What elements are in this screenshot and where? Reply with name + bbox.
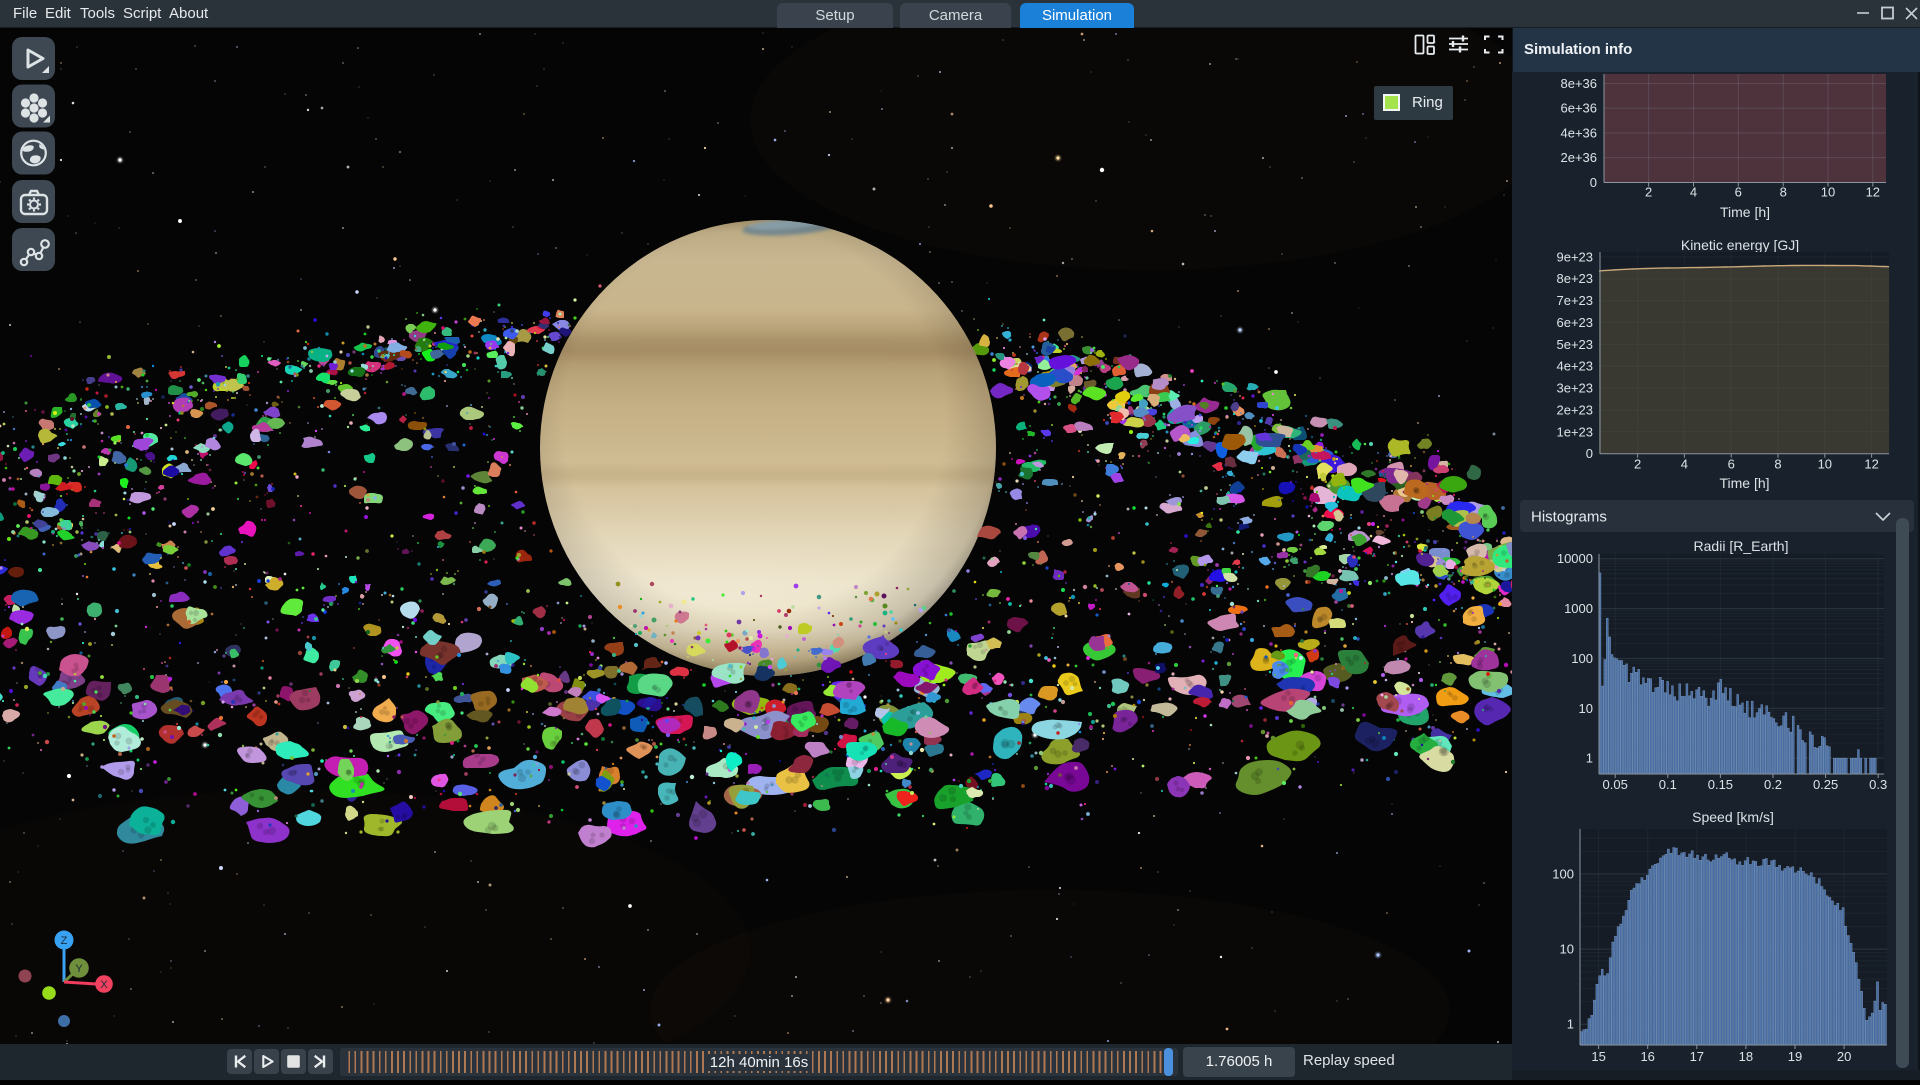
svg-text:15: 15: [1591, 1049, 1605, 1064]
svg-text:10: 10: [1560, 942, 1574, 957]
svg-text:12: 12: [1864, 457, 1878, 472]
svg-text:10: 10: [1821, 185, 1835, 200]
svg-text:Z: Z: [61, 935, 68, 947]
svg-text:0: 0: [1590, 175, 1597, 190]
svg-text:8: 8: [1780, 185, 1787, 200]
svg-text:0.25: 0.25: [1813, 777, 1838, 792]
svg-text:1e+23: 1e+23: [1556, 424, 1593, 439]
svg-text:5e+23: 5e+23: [1556, 337, 1593, 352]
svg-text:4: 4: [1690, 185, 1697, 200]
svg-text:2: 2: [1634, 457, 1641, 472]
svg-text:100: 100: [1571, 651, 1593, 666]
svg-text:6: 6: [1735, 185, 1742, 200]
svg-text:6e+23: 6e+23: [1556, 315, 1593, 330]
svg-text:9e+23: 9e+23: [1556, 249, 1593, 264]
svg-text:100: 100: [1552, 867, 1574, 882]
svg-text:Time [h]: Time [h]: [1720, 204, 1770, 220]
svg-text:0.15: 0.15: [1708, 777, 1733, 792]
svg-text:10: 10: [1579, 701, 1593, 716]
svg-text:Radii [R_Earth]: Radii [R_Earth]: [1694, 538, 1789, 554]
svg-text:12: 12: [1866, 185, 1880, 200]
svg-text:6e+36: 6e+36: [1560, 101, 1597, 116]
svg-text:0: 0: [1586, 446, 1593, 461]
svg-text:8e+36: 8e+36: [1560, 76, 1597, 91]
svg-text:8: 8: [1774, 457, 1781, 472]
svg-text:19: 19: [1788, 1049, 1802, 1064]
svg-text:Histograms: Histograms: [1531, 509, 1607, 526]
svg-text:3e+23: 3e+23: [1556, 381, 1593, 396]
svg-text:8e+23: 8e+23: [1556, 271, 1593, 286]
svg-text:4: 4: [1681, 457, 1688, 472]
svg-text:Kinetic energy [GJ]: Kinetic energy [GJ]: [1681, 237, 1799, 253]
svg-text:7e+23: 7e+23: [1556, 293, 1593, 308]
svg-text:2e+23: 2e+23: [1556, 403, 1593, 418]
svg-text:Speed [km/s]: Speed [km/s]: [1692, 809, 1774, 825]
svg-text:0.05: 0.05: [1603, 777, 1628, 792]
svg-text:4e+23: 4e+23: [1556, 359, 1593, 374]
svg-text:1: 1: [1567, 1017, 1574, 1032]
svg-text:4e+36: 4e+36: [1560, 125, 1597, 140]
svg-text:Time [h]: Time [h]: [1719, 475, 1769, 491]
svg-text:Y: Y: [75, 963, 83, 975]
svg-text:0.3: 0.3: [1869, 777, 1887, 792]
svg-text:2e+36: 2e+36: [1560, 150, 1597, 165]
svg-text:18: 18: [1739, 1049, 1753, 1064]
svg-text:0.2: 0.2: [1764, 777, 1782, 792]
svg-text:2: 2: [1645, 185, 1652, 200]
svg-text:20: 20: [1837, 1049, 1851, 1064]
svg-text:6: 6: [1728, 457, 1735, 472]
svg-text:X: X: [100, 979, 108, 991]
svg-text:17: 17: [1690, 1049, 1704, 1064]
svg-text:16: 16: [1640, 1049, 1654, 1064]
svg-text:10: 10: [1818, 457, 1832, 472]
svg-text:1000: 1000: [1564, 601, 1593, 616]
svg-text:0.1: 0.1: [1659, 777, 1677, 792]
svg-text:10000: 10000: [1557, 551, 1593, 566]
svg-text:1: 1: [1586, 751, 1593, 766]
